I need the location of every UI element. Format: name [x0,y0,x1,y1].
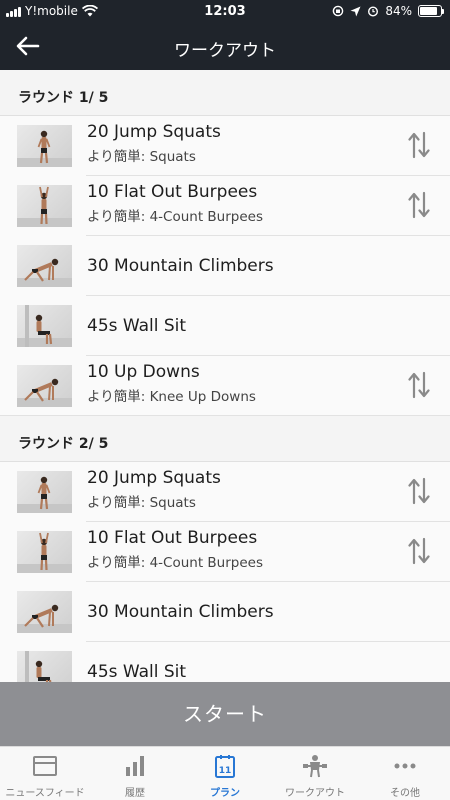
start-button[interactable]: スタート [0,682,450,746]
exercise-name: 45s Wall Sit [87,662,187,682]
tab-workout[interactable]: ワークアウト [270,747,360,800]
exercise-figure [25,651,52,682]
battery-icon [418,5,444,17]
tab-more[interactable]: その他 [360,747,450,800]
exercise-name: 20 Jump Squats [87,122,221,142]
tab-label: プラン [210,788,240,799]
exercise-thumbnail [17,305,72,347]
battery-percent: 84% [385,4,412,18]
orientation-lock-icon [333,5,344,17]
calendar-day: 11 [219,766,232,776]
status-bar: Y!mobile 12:03 84% [0,0,450,24]
tab-label: 履歴 [125,788,145,799]
easier-option: より簡単: Knee Up Downs [87,389,256,405]
swap-icon[interactable] [408,370,430,400]
swap-icon[interactable] [408,190,430,220]
exercise-thumbnail [17,125,72,167]
tab-label: ニュースフィード [5,788,85,799]
exercise-row[interactable]: 45s Wall Sit [0,296,450,356]
exercise-figure [17,532,72,573]
exercise-thumbnail [17,365,72,407]
exercise-thumbnail [17,471,72,513]
exercise-thumbnail [17,531,72,573]
exercise-figure [17,305,72,347]
tab-label: ワークアウト [285,788,345,799]
exercise-row[interactable]: 10 Flat Out Burpees より簡単: 4-Count Burpee… [0,522,450,582]
nav-row: ワークアウト [0,24,450,70]
exercise-figure [17,130,72,167]
location-icon [350,6,361,16]
tab-newsfeed[interactable]: ニュースフィード [0,747,90,800]
exercise-row[interactable]: 30 Mountain Climbers [0,582,450,642]
exercise-name: 20 Jump Squats [87,468,221,488]
exercise-name: 10 Up Downs [87,362,200,382]
exercise-name: 10 Flat Out Burpees [87,528,258,548]
round-header: ラウンド 2/ 5 [0,416,450,462]
swap-icon[interactable] [408,476,430,506]
exercise-row[interactable]: 45s Wall Sit [0,642,450,682]
exercise-row[interactable]: 30 Mountain Climbers [0,236,450,296]
exercise-figure [17,604,72,633]
exercise-figure [17,378,72,407]
exercise-figure [17,258,72,287]
tab-calendar[interactable]: 11 プラン [180,747,270,800]
exercise-name: 30 Mountain Climbers [87,602,274,622]
tab-label: その他 [390,788,420,799]
app-header: Y!mobile 12:03 84% ワークアウト [0,0,450,70]
alarm-icon [368,6,379,17]
exercise-name: 45s Wall Sit [87,316,187,336]
swap-icon[interactable] [408,130,430,160]
exercise-name: 30 Mountain Climbers [87,256,274,276]
page-title: ワークアウト [174,41,276,61]
exercise-row[interactable]: 20 Jump Squats より簡単: Squats [0,116,450,176]
workout-list[interactable]: ラウンド 1/ 5 20 Jump Squats より簡単: Squats 10… [0,70,450,682]
exercise-figure [17,186,72,227]
easier-option: より簡単: 4-Count Burpees [87,555,263,571]
exercise-row[interactable]: 20 Jump Squats より簡単: Squats [0,462,450,522]
tab-history-chart[interactable]: 履歴 [90,747,180,800]
easier-option: より簡単: Squats [87,495,196,511]
exercise-thumbnail [17,185,72,227]
easier-option: より簡単: Squats [87,149,196,165]
swap-icon[interactable] [408,536,430,566]
easier-option: より簡単: 4-Count Burpees [87,209,263,225]
exercise-row[interactable]: 10 Flat Out Burpees より簡単: 4-Count Burpee… [0,176,450,236]
round-header: ラウンド 1/ 5 [0,70,450,116]
exercise-name: 10 Flat Out Burpees [87,182,258,202]
status-right: 84% [332,4,444,18]
exercise-thumbnail [17,245,72,287]
exercise-thumbnail [17,591,72,633]
exercise-figure [17,476,72,513]
exercise-thumbnail [17,651,72,682]
tab-bar: ニュースフィード 履歴 11 プラン ワークアウト その他 [0,746,450,800]
battery-fill [420,7,437,15]
exercise-row[interactable]: 10 Up Downs より簡単: Knee Up Downs [0,356,450,416]
